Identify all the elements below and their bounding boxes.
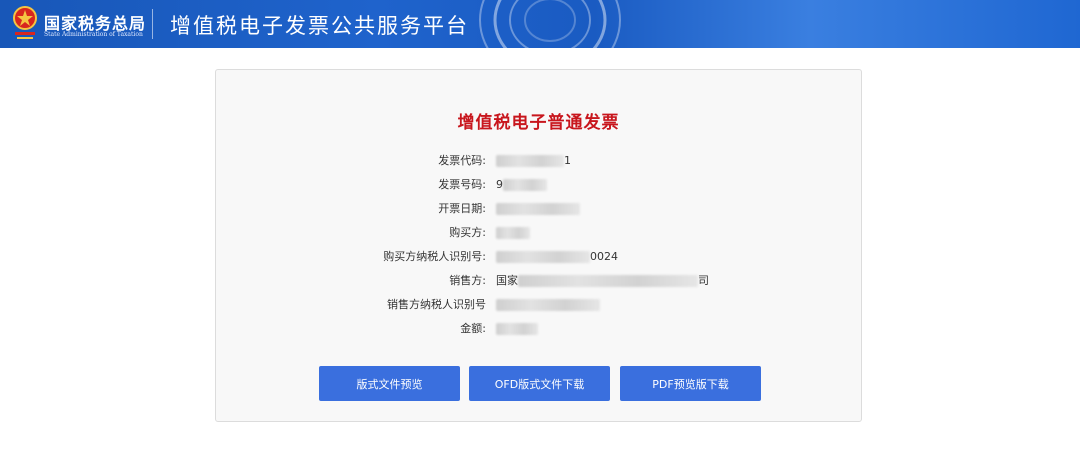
seller-tax-id-value: [496, 296, 600, 314]
invoice-code-value: 1: [496, 152, 571, 170]
invoice-number-label: 发票号码:: [438, 178, 486, 191]
amount-value: [496, 320, 538, 338]
top-banner: 国家税务总局 State Administration of Taxation …: [0, 0, 1080, 48]
redacted-block: [496, 299, 600, 311]
redacted-block: [496, 251, 590, 263]
invoice-number-value: 9: [496, 176, 547, 194]
pdf-download-button[interactable]: PDF预览版下载: [620, 366, 761, 401]
issue-date-label: 开票日期:: [438, 202, 486, 215]
redacted-block: [503, 179, 547, 191]
invoice-title: 增值税电子普通发票: [457, 113, 620, 133]
invoice-code-label: 发票代码:: [438, 154, 486, 167]
header-divider: [152, 9, 153, 39]
redacted-block: [496, 323, 538, 335]
buyer-tax-id-label: 购买方纳税人识别号:: [383, 250, 486, 263]
layout-file-preview-button[interactable]: 版式文件预览: [319, 366, 460, 401]
seller-label: 销售方:: [449, 274, 486, 287]
ofd-download-button[interactable]: OFD版式文件下载: [469, 366, 610, 401]
tax-emblem-icon: [13, 6, 37, 39]
redacted-block: [496, 155, 564, 167]
redacted-block: [496, 203, 580, 215]
buyer-tax-id-value: 0024: [496, 248, 618, 266]
buyer-label: 购买方:: [449, 226, 486, 239]
buyer-value: [496, 224, 530, 242]
amount-label: 金额:: [460, 322, 486, 335]
invoice-card: 增值税电子普通发票 发票代码: 1 发票号码: 9 开票日期: 购买方: 购买方…: [215, 69, 862, 422]
redacted-block: [496, 227, 530, 239]
platform-title: 增值税电子发票公共服务平台: [170, 14, 469, 38]
banner-swirl-decoration: [479, 0, 621, 48]
seller-tax-id-label: 销售方纳税人识别号: [387, 298, 486, 311]
issue-date-value: [496, 200, 580, 218]
redacted-block: [518, 275, 698, 287]
seller-value: 国家司: [496, 274, 709, 287]
org-name-en: State Administration of Taxation: [44, 31, 143, 38]
